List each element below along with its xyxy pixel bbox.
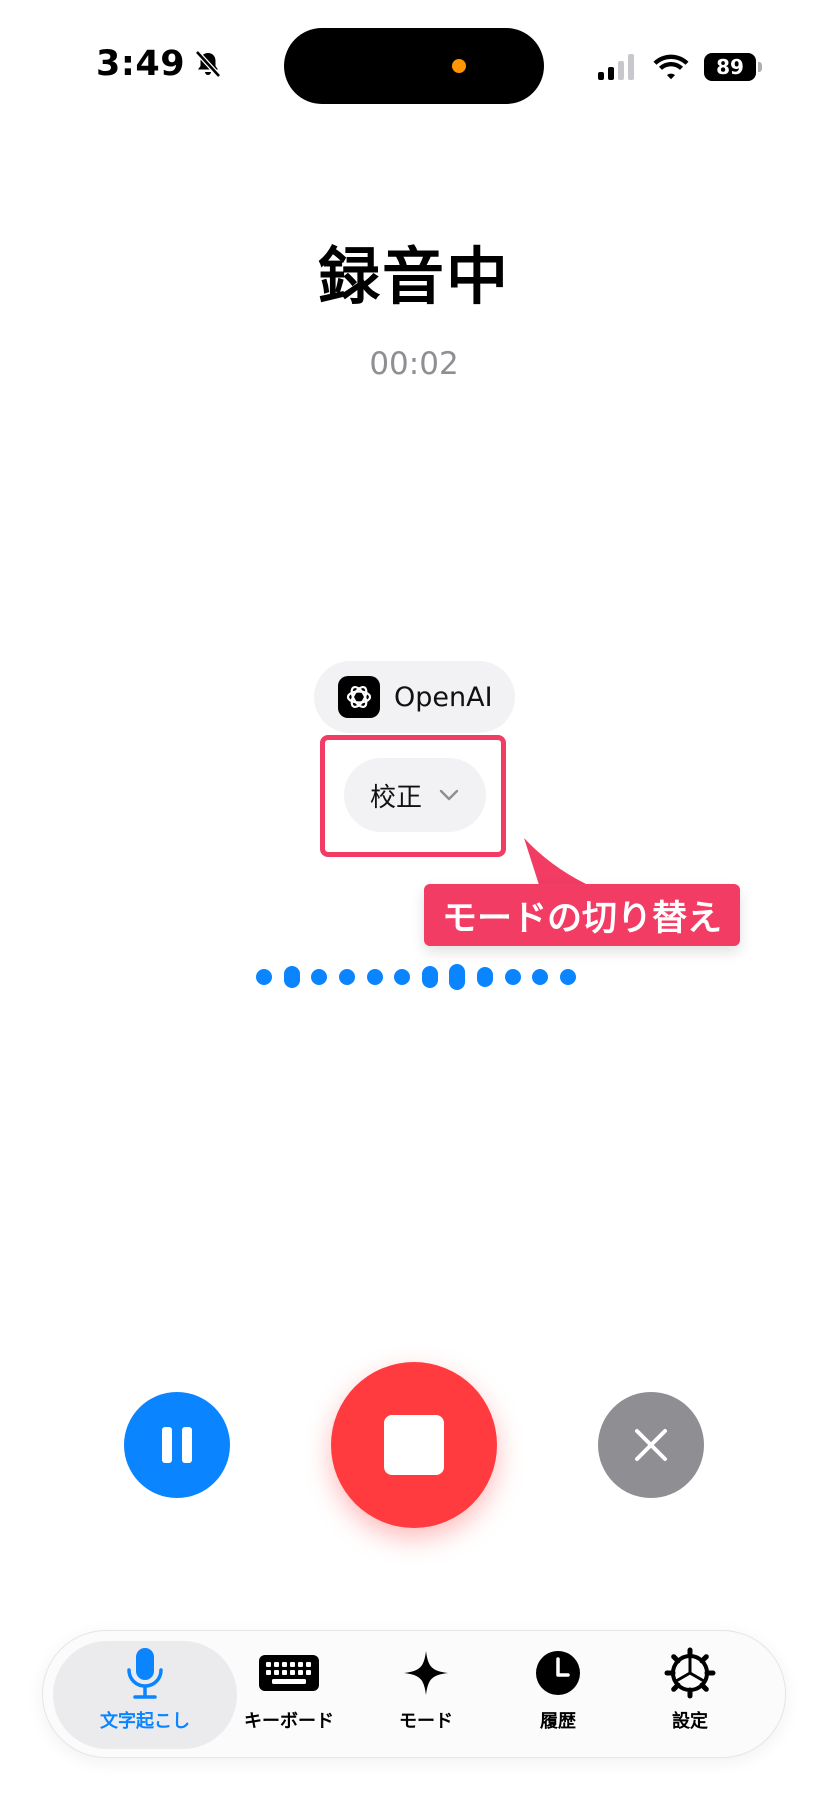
mode-selector[interactable]: 校正 (344, 758, 486, 832)
tab-label: 文字起こし (100, 1711, 190, 1732)
mode-switch-callout: モードの切り替え (424, 884, 740, 946)
waveform-bar (311, 969, 328, 985)
status-time: 3:49 (96, 44, 223, 84)
tab-label: 設定 (672, 1711, 708, 1732)
waveform-bar (449, 964, 466, 990)
keyboard-icon (258, 1645, 320, 1701)
tab-keyboard[interactable]: キーボード (224, 1645, 354, 1745)
openai-icon (338, 676, 380, 718)
provider-selector[interactable]: OpenAI (314, 661, 515, 733)
wifi-icon (653, 54, 689, 80)
tab-label: 履歴 (540, 1711, 576, 1732)
stop-icon (384, 1415, 444, 1475)
battery-indicator: 89 (704, 53, 762, 81)
status-time-text: 3:49 (96, 44, 186, 84)
tab-label: モード (399, 1711, 453, 1732)
microphone-icon (125, 1645, 165, 1701)
tab-bar: 文字起こし キーボード モード 履歴 設定 (42, 1630, 786, 1758)
tab-mode[interactable]: モード (361, 1645, 491, 1745)
mic-indicator-dot (452, 59, 466, 73)
cancel-button[interactable] (598, 1392, 704, 1498)
gear-icon (664, 1645, 716, 1701)
recording-screen: 3:49 89 録音中 00:02 OpenAI 校正 モードの切り替え 文字起… (0, 0, 828, 1800)
pause-icon (182, 1427, 192, 1463)
tab-label: キーボード (244, 1711, 334, 1732)
stop-recording-button[interactable] (331, 1362, 497, 1528)
pause-button[interactable] (124, 1392, 230, 1498)
tab-settings[interactable]: 設定 (625, 1645, 755, 1745)
close-icon (635, 1429, 667, 1461)
waveform-bar (366, 969, 383, 985)
waveform-bar (559, 969, 576, 985)
waveform-bar (394, 969, 411, 985)
recording-timer: 00:02 (369, 346, 459, 382)
waveform-bar (338, 969, 355, 985)
waveform-bar (283, 966, 300, 988)
bell-muted-icon (195, 50, 221, 78)
chevron-down-icon (439, 789, 459, 801)
audio-waveform (256, 962, 576, 992)
sparkle-icon (402, 1645, 450, 1701)
dynamic-island (284, 28, 544, 104)
waveform-bar (532, 969, 549, 985)
battery-level: 89 (716, 55, 744, 79)
tab-transcribe[interactable]: 文字起こし (80, 1645, 210, 1745)
mode-label: 校正 (369, 782, 422, 813)
waveform-bar (477, 967, 493, 987)
provider-label: OpenAI (394, 681, 493, 713)
cellular-signal-icon (598, 54, 634, 80)
waveform-bar (504, 969, 521, 985)
waveform-bar (256, 969, 272, 985)
clock-icon (534, 1645, 582, 1701)
page-title: 録音中 (317, 240, 510, 313)
pause-icon (162, 1427, 172, 1463)
tab-history[interactable]: 履歴 (493, 1645, 623, 1745)
waveform-bar (421, 966, 438, 988)
status-indicators: 89 (598, 48, 762, 86)
